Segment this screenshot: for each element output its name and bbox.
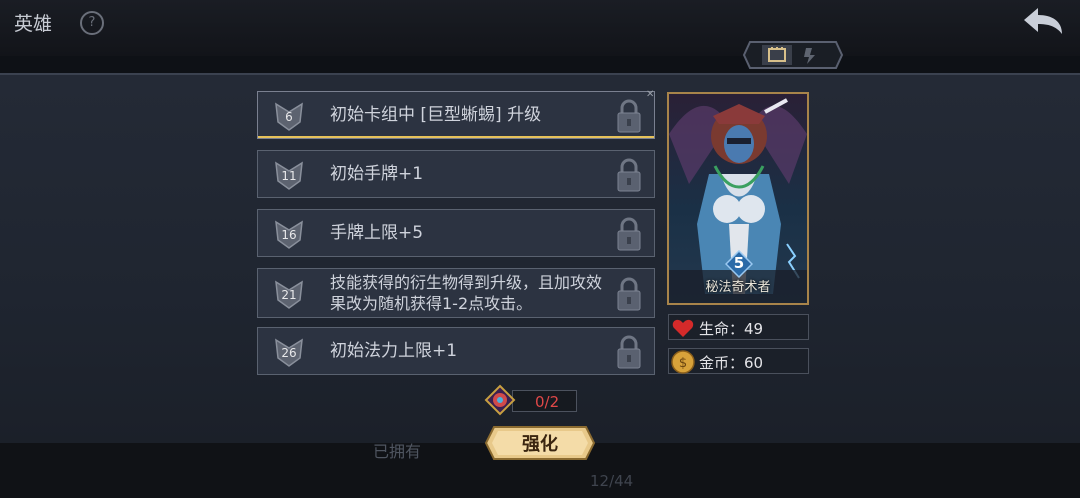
hero-level: 5 <box>733 254 745 272</box>
lock-icon <box>617 335 641 369</box>
talent-row-6[interactable]: 6 初始卡组中 [巨型蜥蜴] 升级 ✕ <box>257 89 655 139</box>
hero-name: 秘法奇术者 <box>705 280 771 295</box>
talent-text: 初始法力上限+1 <box>330 340 458 361</box>
talent-row-16[interactable]: 16 手牌上限+5 <box>257 209 655 257</box>
enhance-button-label[interactable]: 强化 <box>484 430 596 456</box>
talent-text: 技能获得的衍生物得到升级，且加攻效果改为随机获得1-2点攻击。 <box>330 273 603 313</box>
svg-text:$: $ <box>679 356 687 371</box>
coin-icon: $ <box>671 350 695 374</box>
page-title: 英雄 <box>14 13 53 35</box>
talent-level: 11 <box>281 169 297 183</box>
talent-row-11[interactable]: 11 初始手牌+1 <box>257 150 655 198</box>
tab-switch[interactable] <box>742 40 844 70</box>
talent-text: 初始手牌+1 <box>330 163 424 184</box>
owned-label: 已拥有 <box>373 442 422 461</box>
help-icon[interactable]: ? <box>80 11 104 35</box>
talent-level: 26 <box>281 346 297 360</box>
talent-row-21[interactable]: 21 技能获得的衍生物得到升级，且加攻效果改为随机获得1-2点攻击。 <box>257 268 655 318</box>
gold-label: 金币：60 <box>699 354 764 372</box>
talent-text: 手牌上限+5 <box>330 222 424 243</box>
lock-icon <box>617 277 641 311</box>
talent-text: 初始卡组中 [巨型蜥蜴] 升级 <box>330 104 542 125</box>
hp-label: 生命：49 <box>699 320 764 338</box>
talent-level: 6 <box>285 110 293 124</box>
talent-level: 16 <box>281 228 297 242</box>
gem-icon <box>484 384 516 416</box>
talent-row-26[interactable]: 26 初始法力上限+1 <box>257 327 655 375</box>
lock-icon <box>617 158 641 192</box>
close-icon: ✕ <box>646 89 655 100</box>
heart-icon <box>672 319 694 337</box>
hero-card[interactable]: 5 秘法奇术者 <box>667 92 809 305</box>
page-indicator: 12/44 <box>590 472 634 490</box>
back-arrow-icon[interactable] <box>1020 4 1066 40</box>
top-bar: 英雄 ? <box>0 0 1080 56</box>
lock-icon <box>617 217 641 251</box>
hp-stat: 生命：49 <box>668 314 809 340</box>
talent-level: 21 <box>281 288 297 302</box>
gold-stat: $ 金币：60 <box>668 348 809 374</box>
lock-icon <box>617 99 641 133</box>
resource-counter: 0/2 <box>512 390 577 412</box>
resource-value: 0/2 <box>535 393 560 411</box>
